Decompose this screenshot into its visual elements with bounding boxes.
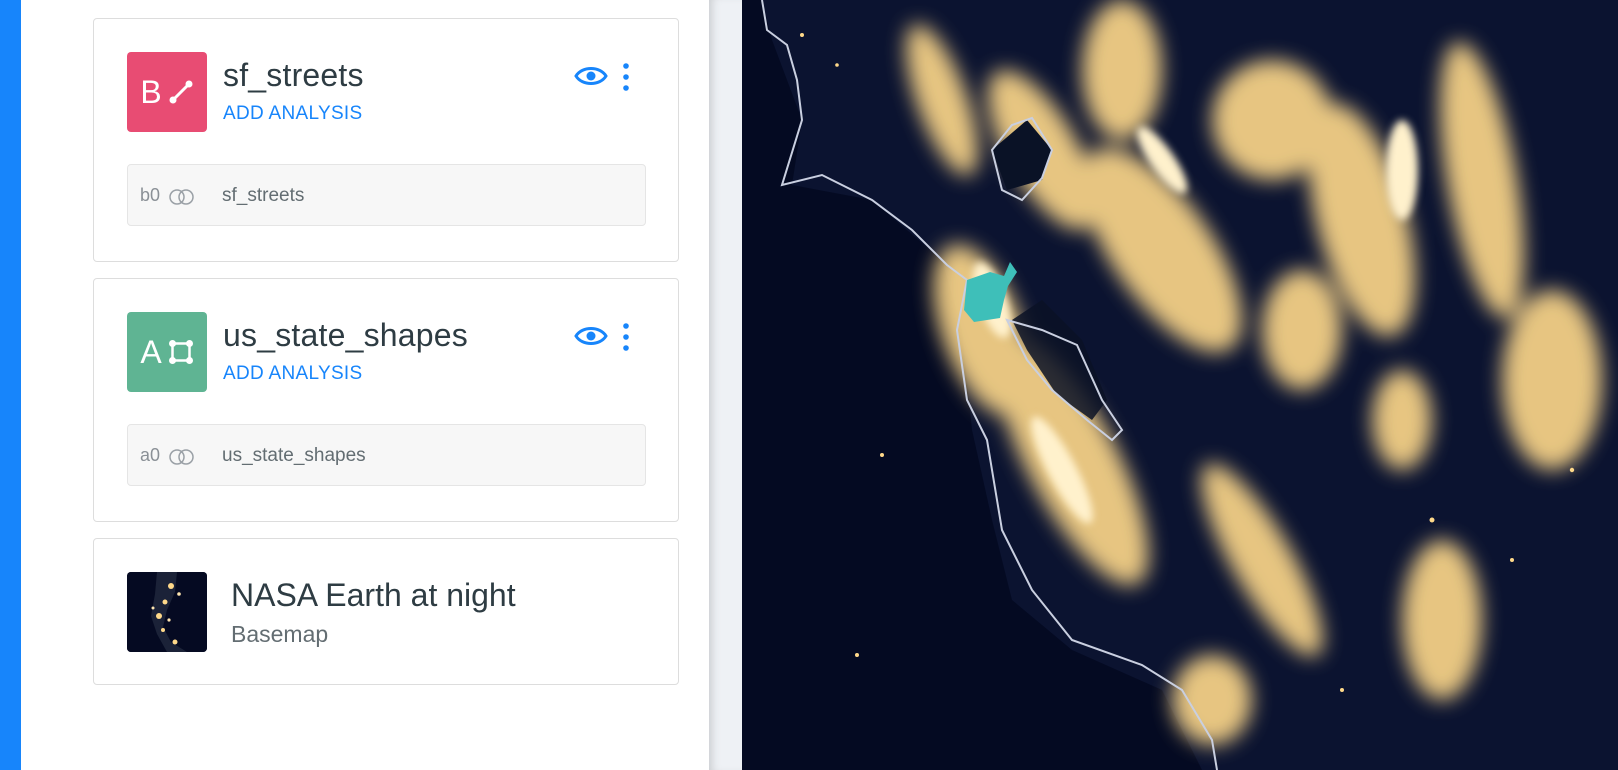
source-node-icon: [169, 189, 194, 205]
map-canvas[interactable]: [742, 0, 1618, 770]
basemap-thumbnail: [127, 572, 207, 652]
left-nav-strip: [0, 0, 21, 770]
visibility-eye-icon[interactable]: [574, 63, 608, 89]
layer-letter: B: [140, 73, 162, 110]
basemap-card[interactable]: NASA Earth at night Basemap: [93, 538, 679, 685]
basemap-title[interactable]: NASA Earth at night: [231, 577, 516, 614]
source-id: a0: [140, 445, 161, 465]
visibility-eye-icon[interactable]: [574, 323, 608, 349]
layer-card-sf-streets[interactable]: B sf_streets ADD ANALYSIS b0 sf_streets: [93, 18, 679, 262]
basemap-subtitle: Basemap: [231, 621, 329, 647]
panel-divider: [709, 0, 742, 770]
add-analysis-link[interactable]: ADD ANALYSIS: [223, 363, 362, 385]
analysis-source-row[interactable]: a0 us_state_shapes: [127, 424, 646, 486]
source-name: us_state_shapes: [222, 445, 366, 466]
layer-title[interactable]: sf_streets: [223, 57, 364, 94]
source-id: b0: [140, 185, 161, 205]
source-node-icon: [169, 449, 194, 465]
more-options-icon[interactable]: [620, 321, 632, 353]
layer-badge-b: B: [127, 52, 207, 132]
more-options-icon[interactable]: [620, 61, 632, 93]
layer-card-us-state-shapes[interactable]: A us_state_shapes ADD ANALYSIS a0 us_sta…: [93, 278, 679, 522]
layer-badge-a: A: [127, 312, 207, 392]
layer-title[interactable]: us_state_shapes: [223, 317, 468, 354]
source-name: sf_streets: [222, 185, 305, 206]
polygon-geometry-icon: [168, 340, 193, 364]
add-analysis-link[interactable]: ADD ANALYSIS: [223, 103, 362, 125]
layers-panel: B sf_streets ADD ANALYSIS b0 sf_streets …: [21, 0, 709, 770]
line-geometry-icon: [169, 80, 193, 104]
night-lights-basemap: [742, 0, 1618, 770]
layer-letter: A: [140, 333, 162, 370]
analysis-source-row[interactable]: b0 sf_streets: [127, 164, 646, 226]
